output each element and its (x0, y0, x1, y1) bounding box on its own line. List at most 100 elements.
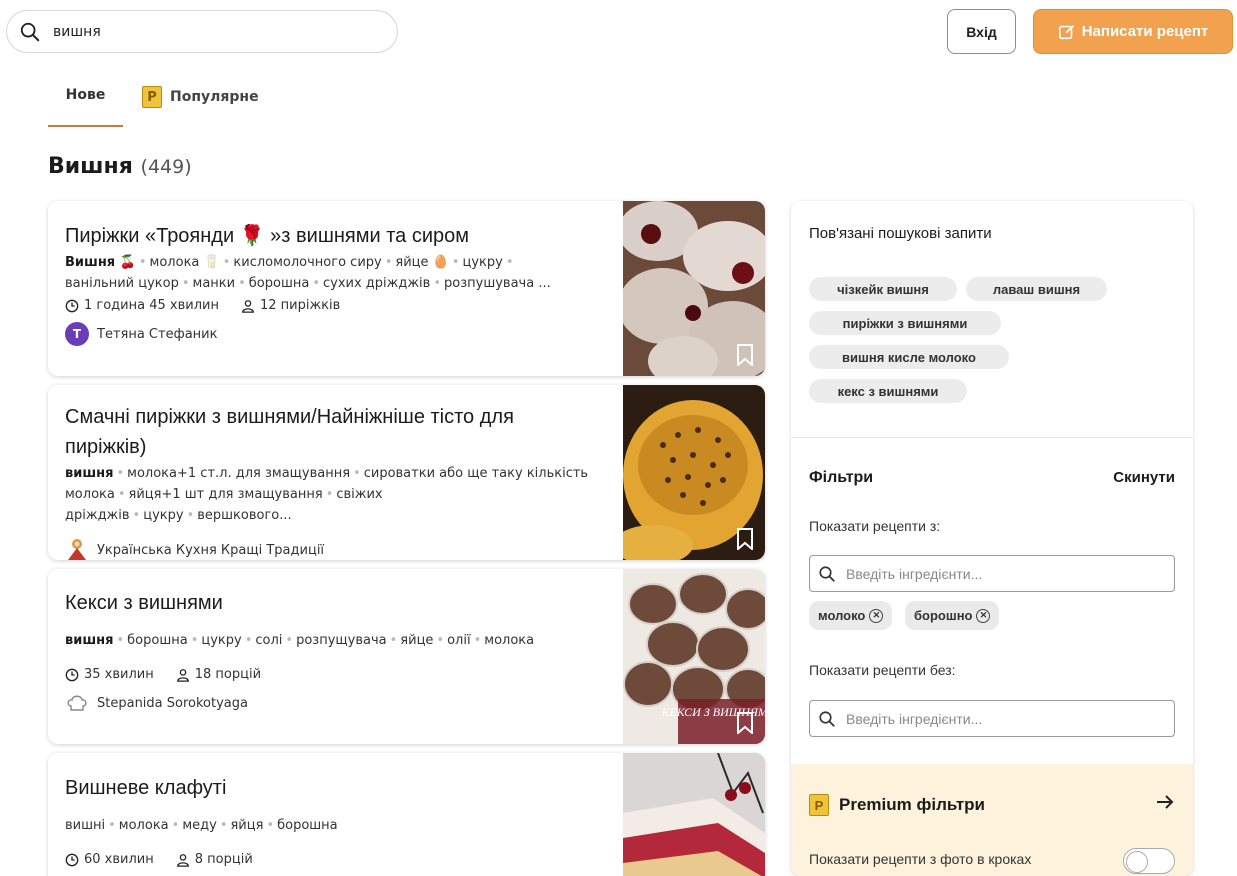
clock-icon (65, 668, 79, 681)
arrow-right-icon[interactable] (1155, 792, 1175, 812)
photo-steps-toggle[interactable] (1123, 848, 1175, 874)
recipe-photo[interactable] (623, 753, 765, 876)
ingredient: вишня (65, 466, 114, 481)
recipe-servings: 18 порцій (194, 667, 262, 682)
recipe-card[interactable]: Смачні пиріжки з вишнями/Найніжніше тіст… (48, 385, 765, 560)
remove-icon[interactable]: ✕ (976, 608, 991, 623)
recipe-meta: 1 година 45 хвилин 12 пиріжків (65, 298, 610, 313)
search-input[interactable]: вишня (53, 24, 101, 40)
write-recipe-button[interactable]: Написати рецепт (1033, 9, 1233, 54)
include-ingredients-input[interactable]: Введіть інгредієнти... (809, 555, 1175, 592)
ingredient: сухих дріжджів (322, 276, 431, 291)
recipe-card[interactable]: Вишневе клафуті вишні • молока • меду • яйця • б… (48, 753, 765, 876)
exclude-input-placeholder: Введіть інгредієнти... (846, 710, 983, 727)
ingredient: молока 🥛 (149, 255, 220, 270)
premium-filters-title: Premium фільтри (839, 795, 985, 814)
bookmark-icon[interactable] (736, 712, 754, 734)
premium-filters-panel: P Premium фільтри Показати рецепти з фот… (791, 764, 1193, 876)
page-title: Вишня (449) (48, 154, 192, 179)
ingredient: олії (447, 633, 471, 648)
filters-title: Фільтри (809, 469, 874, 486)
sidebar: Пов'язані пошукові запити чізкейк вишня … (791, 201, 1193, 876)
recipe-author[interactable]: Українська Кухня Кращі Традиції (65, 538, 610, 560)
ingredient: молока+1 ст.л. для змащування (127, 466, 351, 481)
author-name: Stepanida Sorokotyaga (97, 695, 248, 711)
ingredient: солі (255, 633, 283, 648)
ingredient: сироватки або ще таку кількість (363, 466, 589, 481)
search-icon (819, 565, 835, 582)
ingredient: яйце 🥚 (395, 255, 449, 270)
ingredient: меду (182, 818, 217, 833)
ingredient: борошна (277, 818, 338, 833)
recipe-ingredients: вишні • молока • меду • яйця • борошна (65, 818, 338, 833)
recipe-meta: 35 хвилин 18 порцій (65, 667, 610, 682)
ingredient: яйце (400, 633, 434, 648)
search-icon (20, 22, 40, 41)
related-chip[interactable]: вишня кисле молоко (809, 345, 1009, 369)
include-tag-flour[interactable]: борошно ✕ (905, 601, 1000, 630)
premium-filters-link[interactable]: P Premium фільтри (809, 794, 985, 816)
ingredient: кисломолочного сиру (233, 255, 382, 270)
bookmark-icon[interactable] (736, 528, 754, 550)
ingredient: ванільний цукор (65, 276, 179, 291)
ingredient: яйця+1 шт для змащування (128, 487, 323, 502)
reset-filters-button[interactable]: Скинути (1113, 469, 1175, 486)
ingredient: цукру (143, 508, 184, 523)
person-icon (176, 668, 189, 682)
related-chip[interactable]: пиріжки з вишнями (809, 311, 1001, 335)
bookmark-icon[interactable] (736, 344, 754, 366)
result-count: (449) (140, 156, 192, 178)
recipe-title[interactable]: Кекси з вишнями (65, 588, 610, 618)
author-name: Тетяна Стефаник (97, 326, 218, 342)
recipe-servings: 8 порцій (194, 852, 253, 867)
search-bar[interactable]: вишня (6, 10, 398, 53)
chef-hat-icon (67, 695, 87, 711)
ingredient: яйця (230, 818, 264, 833)
remove-icon[interactable]: ✕ (869, 608, 884, 623)
exclude-ingredients-input[interactable]: Введіть інгредієнти... (809, 700, 1175, 737)
recipe-time: 60 хвилин (84, 852, 154, 867)
write-recipe-label: Написати рецепт (1081, 23, 1209, 40)
ingredient: молока (65, 487, 115, 502)
recipe-card[interactable]: Кекси з вишнями вишня • борошна • цукру • солі… (48, 569, 765, 744)
premium-icon: P (809, 794, 829, 816)
ingredient: вишня (65, 633, 114, 648)
recipe-title[interactable]: Вишневе клафуті (65, 773, 610, 803)
recipe-ingredients: Вишня 🍒 • молока 🥛 • кисломолочного сиру • яйц… (65, 255, 551, 291)
ingredient: молока (484, 633, 535, 648)
ingredient: вишні (65, 818, 106, 833)
recipe-ingredients: вишня • молока+1 ст.л. для змащування • сиро… (65, 466, 589, 523)
recipe-meta: 60 хвилин 8 порцій (65, 852, 610, 867)
tab-popular-label: Популярне (170, 89, 259, 105)
related-chip[interactable]: лаваш вишня (966, 277, 1107, 301)
ingredient: борошна (127, 633, 188, 648)
related-chip[interactable]: кекс з вишнями (809, 379, 967, 403)
ingredient: розпушувача ... (444, 276, 551, 291)
tag-label: молоко (818, 608, 866, 623)
edit-icon (1058, 24, 1074, 39)
recipe-card[interactable]: Пиріжки «Троянди 🌹 »з вишнями та сиром В… (48, 201, 765, 376)
recipe-servings: 12 пиріжків (259, 298, 341, 313)
recipe-time: 35 хвилин (84, 667, 154, 682)
login-button[interactable]: Вхід (947, 9, 1016, 54)
page-title-text: Вишня (48, 154, 133, 179)
ingredient: манки (192, 276, 236, 291)
tab-popular[interactable]: P Популярне (142, 80, 259, 127)
person-icon (176, 853, 189, 867)
exclude-label: Показати рецепти без: (809, 662, 956, 678)
tab-new[interactable]: Нове (48, 80, 123, 127)
recipe-author[interactable]: Stepanida Sorokotyaga (65, 691, 610, 715)
author-name: Українська Кухня Кращі Традиції (97, 542, 325, 558)
ingredient: молока (118, 818, 169, 833)
person-icon (242, 299, 254, 313)
avatar (68, 539, 86, 560)
include-tag-milk[interactable]: молоко ✕ (809, 601, 893, 630)
related-searches-title: Пов'язані пошукові запити (809, 225, 992, 242)
recipe-title[interactable]: Смачні пиріжки з вишнями/Найніжніше тіст… (65, 402, 585, 462)
recipe-author[interactable]: T Тетяна Стефаник (65, 322, 610, 346)
clock-icon (65, 299, 79, 312)
related-chip[interactable]: чізкейк вишня (809, 277, 957, 301)
photo-steps-label: Показати рецепти з фото в кроках (809, 851, 1032, 867)
recipe-time: 1 година 45 хвилин (84, 298, 219, 313)
recipe-title[interactable]: Пиріжки «Троянди 🌹 »з вишнями та сиром (65, 221, 610, 251)
